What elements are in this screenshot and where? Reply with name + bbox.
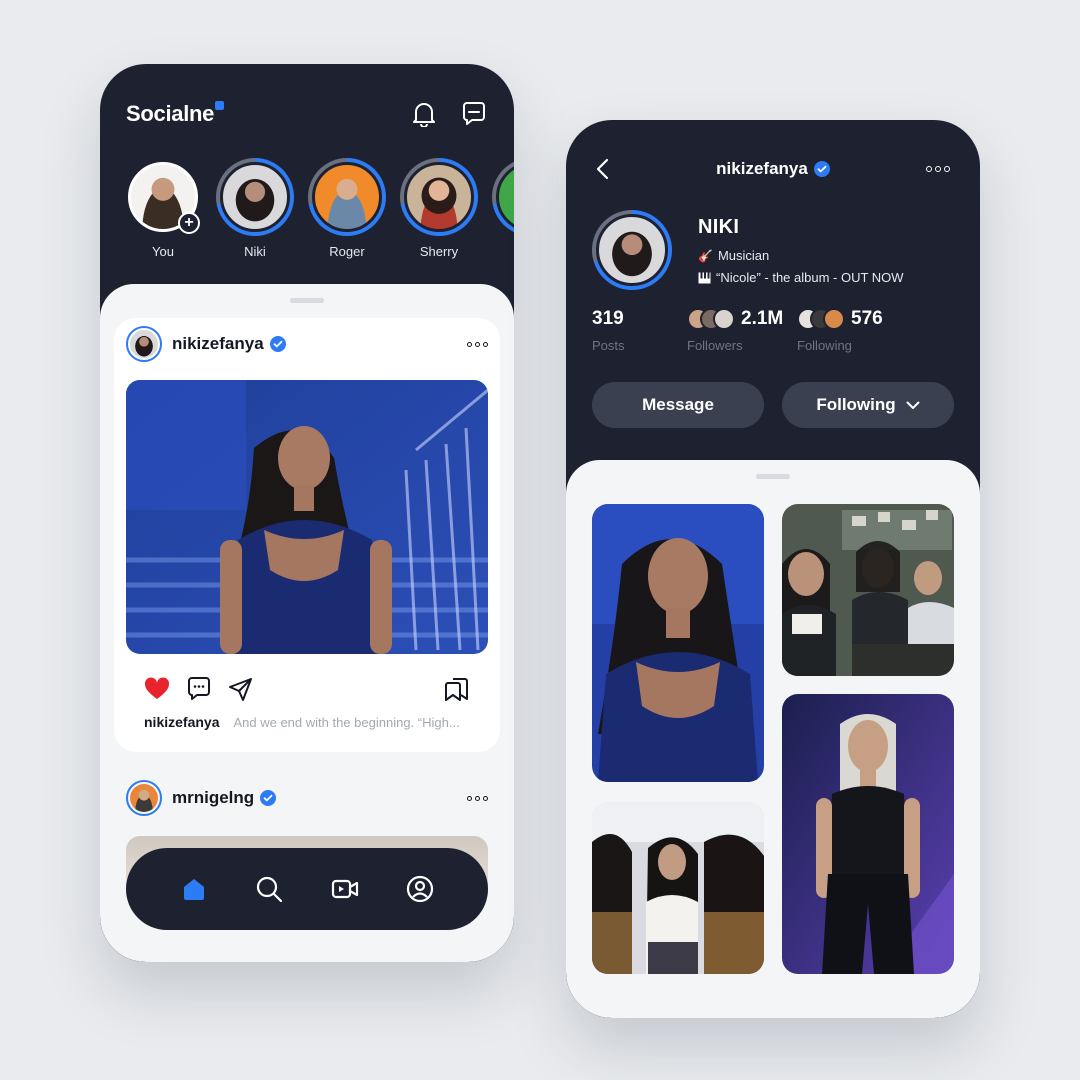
- stat-followers[interactable]: 2.1M Followers: [687, 308, 797, 353]
- message-button[interactable]: Message: [592, 382, 764, 428]
- avatar: [496, 162, 514, 232]
- app-header: Socialne: [126, 94, 488, 134]
- more-icon[interactable]: [467, 795, 488, 801]
- post-avatar[interactable]: [126, 326, 162, 362]
- profile-bio-line: Musician: [717, 248, 770, 263]
- send-icon[interactable]: [228, 676, 254, 702]
- posts-grid: [566, 460, 980, 1018]
- post-header: mrnigelng: [126, 780, 488, 816]
- brand-name: Socialne: [126, 101, 215, 126]
- bookmark-icon[interactable]: [444, 676, 470, 702]
- comment-icon[interactable]: [186, 676, 212, 702]
- follower-avatars: [687, 308, 735, 330]
- profile-screen: nikizefanya NIKI 🎸 Musician “Nicole” - t…: [566, 120, 980, 1018]
- profile-bio-line: “Nicole” - the album - OUT NOW: [716, 270, 904, 285]
- chat-icon[interactable]: [460, 100, 488, 128]
- story-label: Niki: [244, 244, 266, 259]
- profile-name: NIKI: [698, 216, 740, 238]
- stat-label: Followers: [687, 338, 743, 353]
- grid-post[interactable]: [592, 802, 764, 974]
- stat-following[interactable]: 576 Following: [797, 308, 883, 353]
- verified-icon: [260, 790, 277, 806]
- profile-info: NIKI 🎸 Musician “Nicole” - the album - O…: [698, 216, 904, 285]
- brand-logo: Socialne: [126, 101, 225, 127]
- caption-username[interactable]: nikizefanya: [144, 714, 219, 730]
- search-icon[interactable]: [251, 871, 287, 907]
- sheet-handle[interactable]: [756, 474, 790, 479]
- profile-top-bar: nikizefanya: [592, 152, 954, 186]
- heart-icon[interactable]: [144, 677, 170, 701]
- story-label: Sherry: [419, 244, 459, 259]
- avatar: [312, 162, 382, 232]
- stat-value: 576: [851, 308, 883, 329]
- post-actions: [144, 674, 470, 704]
- avatar: [404, 162, 474, 232]
- profile-handle: nikizefanya: [716, 159, 808, 178]
- more-icon[interactable]: [926, 166, 950, 172]
- verified-icon: [269, 336, 286, 352]
- stat-label: Following: [797, 338, 852, 353]
- grid-post[interactable]: [782, 504, 954, 676]
- guitar-icon: 🎸: [698, 248, 713, 263]
- story-label: Roger: [329, 244, 365, 259]
- profile-avatar[interactable]: [592, 210, 672, 290]
- post-username[interactable]: mrnigelng: [172, 788, 254, 808]
- video-icon[interactable]: [327, 871, 363, 907]
- bell-icon[interactable]: [410, 100, 438, 128]
- stat-value: 319: [592, 308, 624, 329]
- profile-icon[interactable]: [402, 871, 438, 907]
- story-you[interactable]: + You: [124, 158, 202, 259]
- stories-row: + You Niki Roger Sherry A: [124, 158, 514, 259]
- profile-actions: Message Following: [592, 382, 954, 428]
- more-icon[interactable]: [467, 341, 488, 347]
- bottom-nav: [126, 848, 488, 930]
- feed-screen: Socialne + You Niki Roger Sherry nikizef…: [100, 64, 514, 962]
- stat-label: Posts: [592, 338, 625, 353]
- following-avatars: [797, 308, 845, 330]
- stat-posts[interactable]: 319 Posts: [592, 308, 687, 353]
- brand-dot: [215, 101, 225, 110]
- following-button-label: Following: [816, 395, 896, 414]
- story-label: You: [152, 244, 174, 259]
- grid-post[interactable]: [782, 694, 954, 974]
- piano-icon: [698, 272, 711, 283]
- story-niki[interactable]: Niki: [216, 158, 294, 259]
- post-header: nikizefanya: [126, 326, 488, 362]
- back-icon[interactable]: [596, 158, 610, 180]
- stat-value: 2.1M: [741, 308, 784, 329]
- grid-post[interactable]: [592, 504, 764, 782]
- following-button[interactable]: Following: [782, 382, 954, 428]
- post-avatar[interactable]: [126, 780, 162, 816]
- story-roger[interactable]: Roger: [308, 158, 386, 259]
- caption-text[interactable]: And we end with the beginning. “High...: [233, 715, 459, 730]
- home-icon[interactable]: [176, 871, 212, 907]
- avatar: [220, 162, 290, 232]
- verified-icon: [813, 161, 830, 177]
- post-card: nikizefanya nikizefanya And we end with …: [114, 318, 500, 752]
- chevron-down-icon: [906, 401, 920, 409]
- message-button-label: Message: [642, 395, 714, 414]
- sheet-handle[interactable]: [290, 298, 324, 303]
- post-username[interactable]: nikizefanya: [172, 334, 264, 354]
- post-caption: nikizefanya And we end with the beginnin…: [144, 714, 470, 730]
- add-story-icon[interactable]: +: [178, 212, 200, 234]
- story-a[interactable]: A: [492, 158, 514, 259]
- story-sherry[interactable]: Sherry: [400, 158, 478, 259]
- profile-stats: 319 Posts 2.1M Followers 576 Following: [592, 308, 954, 353]
- post-image[interactable]: [126, 380, 488, 654]
